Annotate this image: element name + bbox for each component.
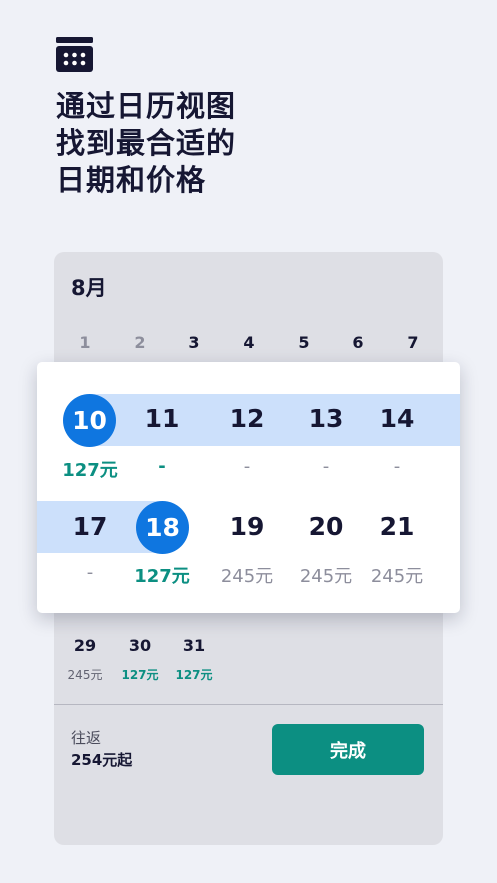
calendar-day[interactable]: 5	[289, 333, 319, 352]
calendar-day[interactable]: 20	[296, 512, 356, 541]
day-price: -	[158, 456, 166, 477]
headline: 通过日历视图 找到最合适的 日期和价格	[56, 88, 236, 199]
day-price: -	[86, 562, 94, 583]
day-price: 127元	[62, 460, 118, 481]
calendar-day[interactable]: 1	[70, 333, 100, 352]
calendar-day[interactable]: 31	[174, 636, 214, 655]
trip-type-label: 往返	[71, 729, 102, 747]
calendar-day[interactable]: 13	[296, 404, 356, 433]
day-price: -	[393, 456, 401, 477]
calendar-day[interactable]: 29	[65, 636, 105, 655]
calendar-day[interactable]: 21	[367, 512, 427, 541]
calendar-day[interactable]: 19	[217, 512, 277, 541]
done-button[interactable]: 完成	[272, 724, 424, 775]
headline-line-1: 通过日历视图	[56, 89, 237, 123]
trip-price: 254元起	[71, 751, 133, 769]
calendar-icon	[56, 37, 93, 72]
headline-line-3: 日期和价格	[56, 163, 207, 197]
month-title: 8月	[71, 276, 107, 300]
calendar-day[interactable]: 3	[179, 333, 209, 352]
calendar-day[interactable]: 17	[60, 512, 120, 541]
day-price: 245元	[299, 566, 353, 587]
divider	[54, 704, 443, 705]
zoomed-week-popup: 10 11 12 13 14 127元 - - - - 17 18 19 20 …	[37, 362, 460, 613]
calendar-day[interactable]: 7	[398, 333, 428, 352]
day-price: 245元	[370, 566, 424, 587]
calendar-day[interactable]: 4	[234, 333, 264, 352]
day-price: 245元	[220, 566, 274, 587]
selected-day-start[interactable]: 10	[63, 394, 116, 447]
day-price: -	[322, 456, 330, 477]
day-price: -	[243, 456, 251, 477]
day-price: 245元	[67, 668, 103, 682]
headline-line-2: 找到最合适的	[56, 126, 237, 160]
calendar-day[interactable]: 30	[120, 636, 160, 655]
day-price: 127元	[121, 668, 159, 682]
day-price: 127元	[175, 668, 213, 682]
calendar-day[interactable]: 6	[343, 333, 373, 352]
calendar-day[interactable]: 2	[125, 333, 155, 352]
calendar-day[interactable]: 14	[367, 404, 427, 433]
calendar-day[interactable]: 11	[132, 404, 192, 433]
calendar-day[interactable]: 12	[217, 404, 277, 433]
selected-day-end[interactable]: 18	[136, 501, 189, 554]
day-price: 127元	[134, 566, 190, 587]
